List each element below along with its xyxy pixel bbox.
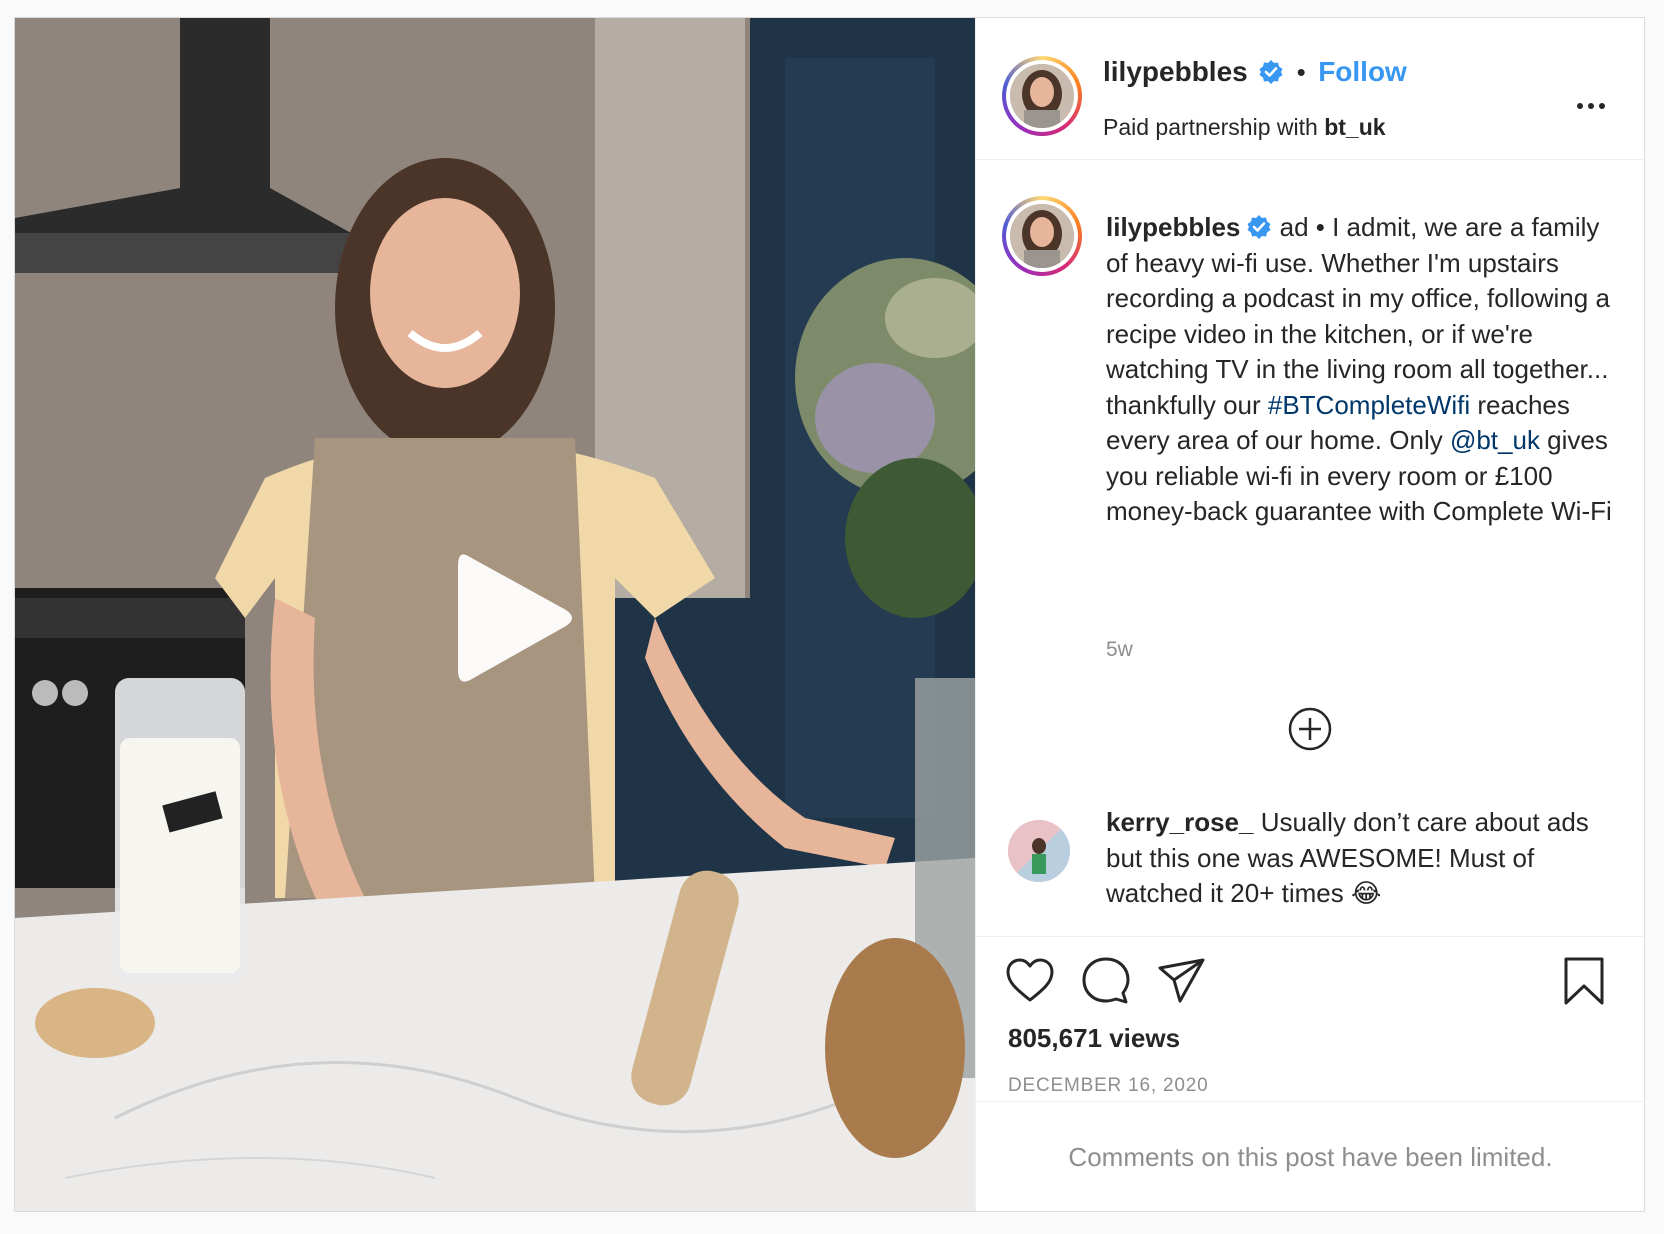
instagram-post: lilypebbles • Follow Paid partnership wi… [14,17,1645,1212]
post-date[interactable]: DECEMBER 16, 2020 [1008,1075,1209,1097]
comment-username[interactable]: kerry_rose_ [1106,807,1253,837]
plus-circle-icon[interactable] [1287,706,1333,752]
verified-badge-icon [1247,215,1271,239]
caption-time-ago[interactable]: 5w [1106,638,1133,662]
verified-badge-icon [1259,60,1283,84]
follow-separator: • [1296,57,1306,87]
paper-plane-icon[interactable] [1156,955,1208,1007]
comments-limited-notice: Comments on this post have been limited. [976,1101,1645,1211]
commenter-avatar[interactable] [1008,820,1070,882]
partnership-prefix: Paid partnership with [1103,114,1318,140]
caption-hashtag[interactable]: #BTCompleteWifi [1268,390,1470,420]
post-caption: lilypebbles ad • I admit, we are a famil… [1106,210,1616,530]
paid-partnership-label: Paid partnership with bt_uk [1103,114,1386,141]
comments-scroll-area[interactable]: lilypebbles ad • I admit, we are a famil… [976,160,1645,936]
caption-mention[interactable]: @bt_uk [1450,425,1540,455]
partner-username[interactable]: bt_uk [1324,114,1385,140]
comment-item: kerry_rose_ Usually don’t care about ads… [1106,805,1616,912]
follow-button[interactable]: Follow [1318,56,1407,87]
bookmark-icon[interactable] [1558,955,1610,1007]
author-line: lilypebbles • Follow [1103,56,1407,88]
author-avatar[interactable] [1002,56,1082,136]
post-header: lilypebbles • Follow Paid partnership wi… [976,18,1645,160]
caption-author-avatar[interactable] [1002,196,1082,276]
view-count[interactable]: 805,671 views [1008,1023,1180,1054]
post-actions: 805,671 views DECEMBER 16, 2020 [976,936,1645,1096]
post-video[interactable] [15,18,975,1211]
post-side-panel: lilypebbles • Follow Paid partnership wi… [975,18,1645,1211]
caption-username[interactable]: lilypebbles [1106,212,1240,242]
author-username[interactable]: lilypebbles [1103,56,1248,87]
more-options-icon[interactable] [1577,96,1613,110]
comment-bubble-icon[interactable] [1080,955,1132,1007]
play-icon[interactable] [440,548,580,688]
caption-text-start: ad • I admit, we are a family of heavy w… [1106,212,1610,420]
heart-icon[interactable] [1004,955,1056,1007]
